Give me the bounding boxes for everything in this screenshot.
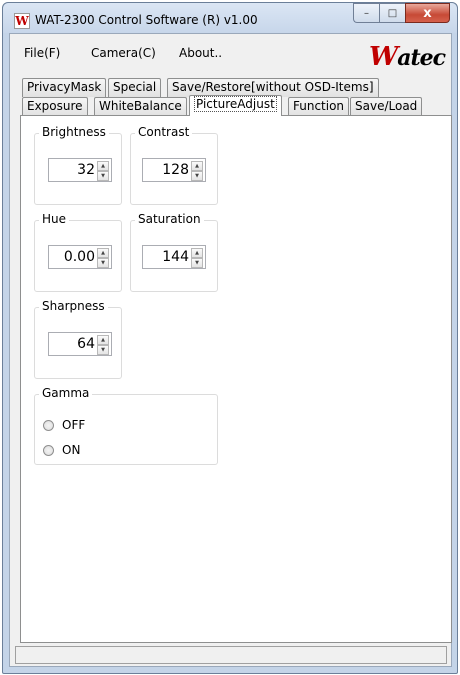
minimize-button[interactable]: – [353,3,379,23]
saturation-down-arrow-icon[interactable]: ▼ [191,258,203,268]
maximize-button[interactable]: □ [379,3,405,23]
brightness-down-arrow-icon[interactable]: ▼ [97,171,109,181]
gamma-on-radio[interactable] [43,444,54,456]
brightness-label: Brightness [39,125,109,139]
pictureadjust-page: Brightness 32 ▲ ▼ Contrast 128 ▲ ▼ Hue 0… [20,115,452,643]
logo-rest: atec [397,45,446,71]
menu-file[interactable]: File(F) [24,46,60,60]
contrast-down-arrow-icon[interactable]: ▼ [191,171,203,181]
saturation-label: Saturation [135,212,204,226]
tab-pictureadjust[interactable]: PictureAdjust [189,95,282,116]
sharpness-up-arrow-icon[interactable]: ▲ [97,335,109,345]
tab-pictureadjust-label: PictureAdjust [194,96,277,112]
sharpness-down-arrow-icon[interactable]: ▼ [97,345,109,355]
gamma-off-label[interactable]: OFF [62,418,85,432]
tab-save-load[interactable]: Save/Load [350,97,423,116]
app-icon[interactable]: W [14,13,30,29]
saturation-up-arrow-icon[interactable]: ▲ [191,248,203,258]
gamma-label: Gamma [39,386,93,400]
status-bar [15,646,447,664]
logo-initial: W [368,42,398,72]
contrast-group: Contrast 128 ▲ ▼ [130,125,218,205]
sharpness-group: Sharpness 64 ▲ ▼ [34,299,122,379]
client-area: File(F) Camera(C) About.. Watec PrivacyM… [9,33,452,667]
sharpness-label: Sharpness [39,299,108,313]
sharpness-spinner[interactable]: 64 ▲ ▼ [48,332,112,356]
gamma-on-option[interactable]: ON [43,443,80,457]
tab-special[interactable]: Special [108,78,162,97]
tab-function[interactable]: Function [288,97,350,116]
saturation-group: Saturation 144 ▲ ▼ [130,212,218,292]
saturation-spinner[interactable]: 144 ▲ ▼ [142,245,206,269]
contrast-value[interactable]: 128 [143,159,191,181]
contrast-label: Contrast [135,125,193,139]
saturation-value[interactable]: 144 [143,246,191,268]
sharpness-value[interactable]: 64 [49,333,97,355]
menu-about[interactable]: About.. [179,46,222,60]
gamma-on-label[interactable]: ON [62,443,80,457]
gamma-off-radio[interactable] [43,419,54,431]
brightness-spinner[interactable]: 32 ▲ ▼ [48,158,112,182]
hue-up-arrow-icon[interactable]: ▲ [97,248,109,258]
caption-buttons: – □ x [353,3,450,23]
gamma-group: Gamma OFF ON [34,386,218,465]
contrast-spinner[interactable]: 128 ▲ ▼ [142,158,206,182]
brightness-value[interactable]: 32 [49,159,97,181]
menu-bar: File(F) Camera(C) About.. Watec [10,34,451,72]
title-bar[interactable]: W WAT-2300 Control Software (R) v1.00 – … [3,3,457,33]
tab-privacymask[interactable]: PrivacyMask [22,78,107,97]
tab-whitebalance[interactable]: WhiteBalance [94,97,187,116]
gamma-off-option[interactable]: OFF [43,418,85,432]
hue-group: Hue 0.00 ▲ ▼ [34,212,122,292]
watec-logo: Watec [368,42,446,72]
tab-exposure[interactable]: Exposure [22,97,88,116]
hue-down-arrow-icon[interactable]: ▼ [97,258,109,268]
brightness-up-arrow-icon[interactable]: ▲ [97,161,109,171]
window-title: WAT-2300 Control Software (R) v1.00 [35,13,258,27]
menu-camera[interactable]: Camera(C) [91,46,156,60]
hue-spinner[interactable]: 0.00 ▲ ▼ [48,245,112,269]
hue-value[interactable]: 0.00 [49,246,97,268]
app-window: W WAT-2300 Control Software (R) v1.00 – … [2,2,458,674]
brightness-group: Brightness 32 ▲ ▼ [34,125,122,205]
contrast-up-arrow-icon[interactable]: ▲ [191,161,203,171]
hue-label: Hue [39,212,70,226]
close-button[interactable]: x [405,3,450,23]
